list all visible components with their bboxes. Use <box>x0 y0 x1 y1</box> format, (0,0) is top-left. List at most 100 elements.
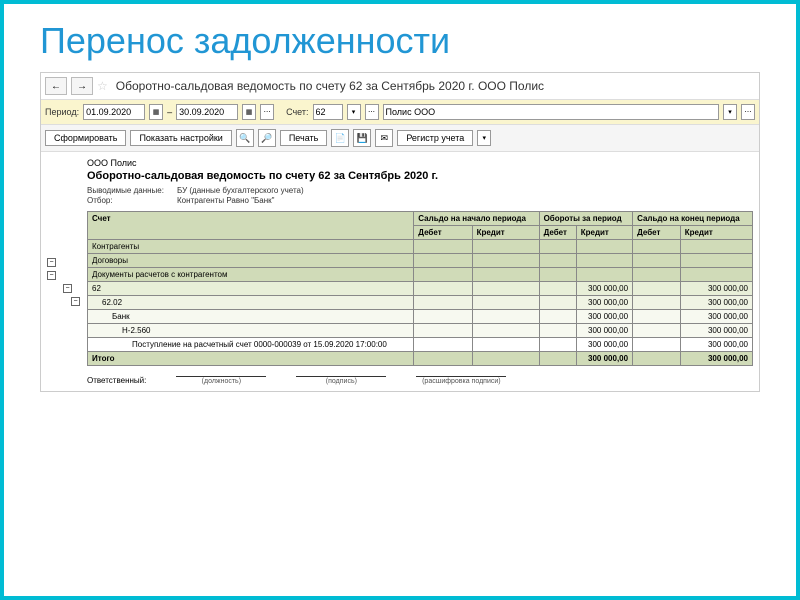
preview-icon[interactable]: 📄 <box>331 129 349 147</box>
report-meta: Отбор:Контрагенты Равно "Банк" <box>87 196 753 205</box>
row-label: 62 <box>88 282 414 296</box>
cell-value <box>472 324 539 338</box>
row-label: Н-2.560 <box>88 324 414 338</box>
table-row[interactable]: Банк 300 000,00 300 000,00 <box>88 310 753 324</box>
dropdown-icon[interactable]: ▾ <box>723 104 737 120</box>
org-input[interactable] <box>383 104 719 120</box>
favorite-icon[interactable]: ☆ <box>97 79 108 93</box>
row-header: Документы расчетов с контрагентом <box>88 268 414 282</box>
date-to-input[interactable] <box>176 104 238 120</box>
row-label: Банк <box>88 310 414 324</box>
cell-value <box>472 352 539 366</box>
cell-value <box>539 338 576 352</box>
report-meta: Выводимые данные:БУ (данные бухгалтерско… <box>87 186 753 195</box>
cell-value <box>539 310 576 324</box>
account-input[interactable] <box>313 104 343 120</box>
select-icon[interactable]: ⋯ <box>365 104 379 120</box>
table-row[interactable]: Итого 300 000,00 300 000,00 <box>88 352 753 366</box>
report-title: Оборотно-сальдовая ведомость по счету 62… <box>87 170 753 182</box>
cell-value <box>633 310 681 324</box>
row-label: Итого <box>88 352 414 366</box>
cell-value <box>414 282 472 296</box>
report-org: ООО Полис <box>87 158 753 168</box>
col-debit: Дебет <box>414 226 472 240</box>
cell-value <box>472 282 539 296</box>
dropdown-icon[interactable]: ▾ <box>477 130 491 146</box>
sign-name: (расшифровка подписи) <box>416 376 506 385</box>
col-credit: Кредит <box>680 226 752 240</box>
col-credit: Кредит <box>576 226 632 240</box>
zoom-in-icon[interactable]: 🔍 <box>236 129 254 147</box>
report-area: − − − − ООО Полис Оборотно-сальдовая вед… <box>41 152 759 391</box>
cell-value: 300 000,00 <box>576 282 632 296</box>
cell-value <box>633 282 681 296</box>
period-label: Период: <box>45 107 79 117</box>
calendar-icon[interactable]: ▦ <box>149 104 163 120</box>
row-label: Поступление на расчетный счет 0000-00003… <box>88 338 414 352</box>
table-row[interactable]: Поступление на расчетный счет 0000-00003… <box>88 338 753 352</box>
sign-position: (должность) <box>176 376 266 385</box>
table-row[interactable]: Н-2.560300 000,00300 000,00 <box>88 324 753 338</box>
save-icon[interactable]: 💾 <box>353 129 371 147</box>
cell-value <box>472 310 539 324</box>
cell-value: 300 000,00 <box>576 352 632 366</box>
generate-button[interactable]: Сформировать <box>45 130 126 146</box>
col-group-end: Сальдо на конец периода <box>633 212 753 226</box>
cell-value: 300 000,00 <box>576 338 632 352</box>
forward-button[interactable]: → <box>71 77 93 95</box>
page-title: Перенос задолженности <box>0 0 800 72</box>
cell-value: 300 000,00 <box>680 282 752 296</box>
cell-value: 300 000,00 <box>680 352 752 366</box>
col-group-turnover: Обороты за период <box>539 212 633 226</box>
cell-value: 300 000,00 <box>576 296 632 310</box>
toolbar: Сформировать Показать настройки 🔍 🔎 Печа… <box>41 125 759 152</box>
cell-value: 300 000,00 <box>576 310 632 324</box>
sign-signature: (подпись) <box>296 376 386 385</box>
show-settings-button[interactable]: Показать настройки <box>130 130 231 146</box>
row-header: Договоры <box>88 254 414 268</box>
cell-value <box>539 352 576 366</box>
cell-value: 300 000,00 <box>680 310 752 324</box>
cell-value <box>633 324 681 338</box>
row-label: 62.02 <box>88 296 414 310</box>
dropdown-icon[interactable]: ▾ <box>347 104 361 120</box>
table-row[interactable]: 62.02 300 000,00 300 000,00 <box>88 296 753 310</box>
cell-value <box>414 352 472 366</box>
cell-value <box>633 352 681 366</box>
cell-value <box>472 296 539 310</box>
col-group-start: Сальдо на начало периода <box>414 212 539 226</box>
collapse-button[interactable]: − <box>63 284 72 293</box>
nav-bar: ← → ☆ Оборотно-сальдовая ведомость по сч… <box>41 73 759 100</box>
cell-value <box>633 296 681 310</box>
app-window: ← → ☆ Оборотно-сальдовая ведомость по сч… <box>40 72 760 392</box>
signature-block: Ответственный: (должность) (подпись) (ра… <box>87 376 753 385</box>
cell-value: 300 000,00 <box>680 296 752 310</box>
register-button[interactable]: Регистр учета <box>397 130 473 146</box>
date-from-input[interactable] <box>83 104 145 120</box>
print-button[interactable]: Печать <box>280 130 327 146</box>
calendar-icon[interactable]: ▦ <box>242 104 256 120</box>
table-row[interactable]: 62 300 000,00 300 000,00 <box>88 282 753 296</box>
select-icon[interactable]: ⋯ <box>741 104 755 120</box>
params-bar: Период: ▦ – ▦ ⋯ Счет: ▾ ⋯ ▾ ⋯ <box>41 100 759 125</box>
cell-value <box>539 324 576 338</box>
col-debit: Дебет <box>539 226 576 240</box>
account-label: Счет: <box>286 107 308 117</box>
col-debit: Дебет <box>633 226 681 240</box>
back-button[interactable]: ← <box>45 77 67 95</box>
zoom-out-icon[interactable]: 🔎 <box>258 129 276 147</box>
report-table: Счет Сальдо на начало периода Обороты за… <box>87 211 753 366</box>
col-credit: Кредит <box>472 226 539 240</box>
collapse-button[interactable]: − <box>71 297 80 306</box>
collapse-button[interactable]: − <box>47 258 56 267</box>
cell-value <box>539 296 576 310</box>
email-icon[interactable]: ✉ <box>375 129 393 147</box>
cell-value <box>414 338 472 352</box>
tree-controls: − − − − <box>47 158 87 385</box>
col-account: Счет <box>88 212 414 240</box>
dash: – <box>167 107 172 117</box>
cell-value <box>539 282 576 296</box>
cell-value <box>414 324 472 338</box>
period-menu-button[interactable]: ⋯ <box>260 104 274 120</box>
collapse-button[interactable]: − <box>47 271 56 280</box>
